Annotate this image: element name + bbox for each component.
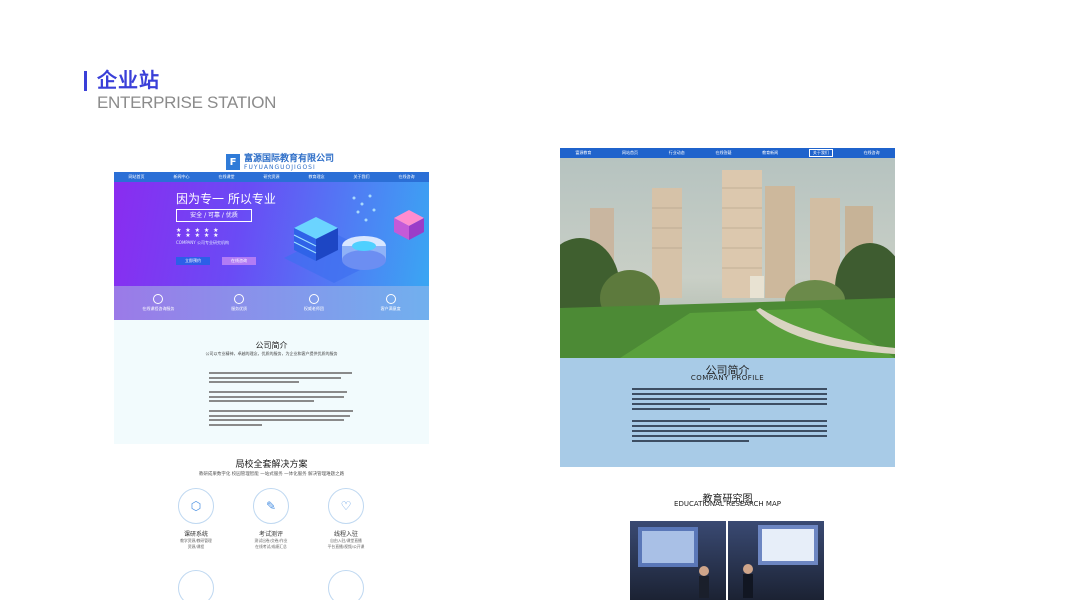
left-nav-item[interactable]: 在线课堂 xyxy=(219,174,235,180)
hero-dots: ★ ★ ★ ★ ★ ★ ★ ★ ★ ★ xyxy=(176,227,220,239)
right-nav-item[interactable]: 教育新闻 xyxy=(762,150,778,156)
solution-card[interactable] xyxy=(166,570,226,600)
stat-item: 服务优质 xyxy=(231,294,247,312)
left-nav-item[interactable]: 关于我们 xyxy=(354,174,370,180)
solution-desc: 测试出卷/交卷/作业 在线考试/成绩汇总 xyxy=(254,538,288,549)
about-body-text xyxy=(209,372,359,428)
right-nav-bar: 富源教育 网站首页 行业动态 在线答疑 教育新闻 关于我们 在线咨询 xyxy=(560,148,895,158)
left-nav-bar: 网站首页 新闻中心 在线课堂 研究资源 教育理念 关于我们 在线咨询 xyxy=(114,172,429,182)
left-nav-item[interactable]: 在线咨询 xyxy=(399,174,415,180)
solutions-title: 局校全套解决方案 xyxy=(235,460,308,470)
left-about-section: 公司简介 公司以专业精神，卓越的理念，优质的服务，为企业和客户提供优质的服务 xyxy=(114,320,429,444)
stat-item: 客户满意度 xyxy=(381,294,401,312)
isometric-server-illustration xyxy=(284,194,424,283)
solution-card[interactable]: ✎ 考试测评 测试出卷/交卷/作业 在线考试/成绩汇总 xyxy=(241,488,301,550)
stat-label: 在线课程咨询服务 xyxy=(142,306,175,311)
solution-name: 线程入驻 xyxy=(333,531,358,538)
solution-icon xyxy=(178,570,214,600)
right-website-mockup: 富源教育 网站首页 行业动态 在线答疑 教育新闻 关于我们 在线咨询 公司简介 … xyxy=(560,148,895,600)
logo-company-name: 富源国际教育有限公司 xyxy=(244,153,335,164)
clock-icon xyxy=(153,294,164,304)
right-nav-item[interactable]: 在线咨询 xyxy=(864,150,880,156)
solution-name: 考试测评 xyxy=(258,531,283,538)
profile-body-text xyxy=(632,388,827,445)
right-nav-item[interactable]: 富源教育 xyxy=(575,150,591,156)
stat-item: 权威老师团 xyxy=(304,294,324,312)
solution-icon: ⬡ xyxy=(178,488,214,524)
solution-desc: 自由入驻/课堂直播 平台直播/视频/公开课 xyxy=(327,538,365,549)
stat-label: 客户满意度 xyxy=(380,306,401,311)
solution-name: 课研系统 xyxy=(183,531,208,538)
right-nav-item[interactable]: 关于我们 xyxy=(808,149,833,157)
about-title: 公司简介 xyxy=(255,341,288,350)
solution-desc: 教学资源/教研管理 资源/课程 xyxy=(180,538,212,549)
research-photo xyxy=(630,521,726,600)
residential-towers-photo xyxy=(560,158,895,358)
title-accent-bar xyxy=(84,71,87,91)
stat-item: 在线课程咨询服务 xyxy=(142,294,174,312)
solution-icon: ♡ xyxy=(328,488,364,524)
left-nav-item[interactable]: 教育理念 xyxy=(309,174,325,180)
company-profile-section: 公司简介 COMPANY PROFILE xyxy=(560,358,895,467)
right-nav-item[interactable]: 在线答疑 xyxy=(715,150,731,156)
profile-subtitle: COMPANY PROFILE xyxy=(690,374,765,382)
left-website-mockup: F 富源国际教育有限公司 FUYUANGUOJIGOSI 网站首页 新闻中心 在… xyxy=(114,150,429,600)
left-logo: F 富源国际教育有限公司 FUYUANGUOJIGOSI xyxy=(226,152,334,172)
solutions-subtitle: 教研成果数字化 校园管理智能 一站式服务 一体化服务 解决管理难题之路 xyxy=(198,472,345,477)
left-hero-banner: 因为专一 所以专业 安全 / 可靠 / 优质 ★ ★ ★ ★ ★ ★ ★ ★ ★… xyxy=(114,182,429,286)
logo-company-pinyin: FUYUANGUOJIGOSI xyxy=(244,163,316,171)
stat-label: 服务优质 xyxy=(231,306,248,311)
user-icon xyxy=(385,294,396,304)
left-nav-item[interactable]: 网站首页 xyxy=(129,174,145,180)
hero-tagline-box: 安全 / 可靠 / 优质 xyxy=(176,209,252,222)
slide-title: 企业站 xyxy=(97,68,160,92)
solution-icon xyxy=(328,570,364,600)
research-map-subtitle: EDUCATIONAL RESEARCH MAP xyxy=(674,500,781,508)
solution-card[interactable] xyxy=(316,570,376,600)
thumb-icon xyxy=(308,294,319,304)
hero-secondary-button[interactable]: 在线咨询 xyxy=(222,257,256,265)
slide-subtitle: ENTERPRISE STATION xyxy=(97,93,277,112)
left-stats-bar: 在线课程咨询服务 服务优质 权威老师团 客户满意度 xyxy=(114,286,429,320)
about-subtitle: 公司以专业精神，卓越的理念，优质的服务，为企业和客户提供优质的服务 xyxy=(205,351,338,356)
research-photo xyxy=(728,521,824,600)
solution-icon: ✎ xyxy=(253,488,289,524)
stat-label: 权威老师团 xyxy=(303,306,324,311)
left-nav-item[interactable]: 研究资源 xyxy=(264,174,280,180)
right-nav-item[interactable]: 行业动态 xyxy=(669,150,685,156)
hero-primary-button[interactable]: 立即预约 xyxy=(176,257,210,265)
left-nav-item[interactable]: 新闻中心 xyxy=(174,174,190,180)
solution-card[interactable]: ♡ 线程入驻 自由入驻/课堂直播 平台直播/视频/公开课 xyxy=(316,488,376,550)
right-nav-item[interactable]: 网站首页 xyxy=(622,150,638,156)
hero-small-text: COMPANY 公司专业研究机构 xyxy=(176,240,229,245)
gear-icon xyxy=(234,294,245,304)
solution-card[interactable]: ⬡ 课研系统 教学资源/教研管理 资源/课程 xyxy=(166,488,226,550)
logo-mark-icon: F xyxy=(226,154,240,170)
